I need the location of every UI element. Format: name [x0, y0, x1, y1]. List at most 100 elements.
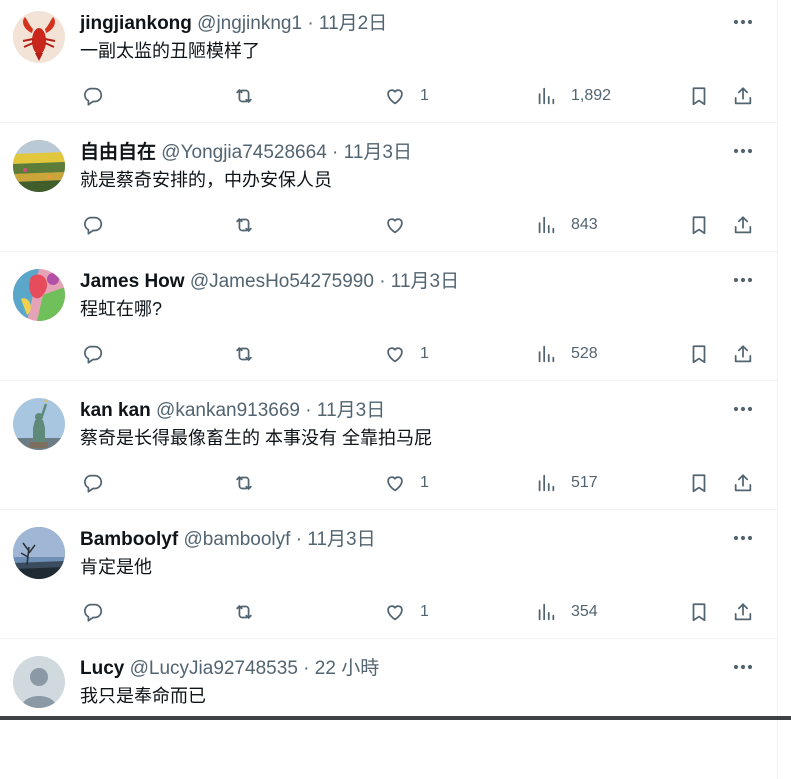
retweet-button[interactable]	[233, 84, 269, 108]
like-count: 1	[420, 474, 429, 491]
share-icon	[734, 474, 752, 492]
user-name[interactable]: James How	[80, 271, 185, 292]
share-button[interactable]	[732, 600, 754, 624]
reply-button[interactable]	[82, 471, 118, 495]
user-handle[interactable]: @kankan913669	[156, 400, 300, 421]
share-button[interactable]	[732, 213, 754, 237]
bookmark-button[interactable]	[688, 471, 710, 495]
view-count: 354	[571, 603, 598, 620]
separator-dot: ·	[305, 400, 312, 421]
timestamp[interactable]: 11月3日	[317, 400, 385, 421]
user-name[interactable]: kan kan	[80, 400, 151, 421]
landscape-tree-avatar-icon	[13, 527, 65, 579]
user-name[interactable]: 自由自在	[80, 142, 156, 163]
like-button[interactable]: 1	[384, 600, 429, 624]
tweet[interactable]: kan kan @kankan913669 · 11月3日 蔡奇是长得最像畜生的…	[0, 381, 777, 510]
share-button[interactable]	[732, 84, 754, 108]
bookmark-button[interactable]	[688, 84, 710, 108]
retweet-icon	[236, 347, 252, 361]
bookmark-button[interactable]	[688, 600, 710, 624]
share-icon	[734, 87, 752, 105]
reply-timeline: jingjiankong @jngjinkng1 · 11月2日 一副太监的丑陋…	[0, 0, 778, 779]
avatar[interactable]	[13, 140, 65, 192]
avatar[interactable]	[13, 527, 65, 579]
bookmark-button[interactable]	[688, 213, 710, 237]
statue-of-liberty-avatar-icon	[13, 398, 65, 450]
retweet-button[interactable]	[233, 213, 269, 237]
user-name[interactable]: jingjiankong	[80, 13, 192, 34]
retweet-icon	[236, 89, 252, 103]
more-icon[interactable]	[731, 270, 755, 290]
like-button[interactable]: 1	[384, 84, 429, 108]
retweet-button[interactable]	[233, 471, 269, 495]
share-button[interactable]	[732, 342, 754, 366]
tweet[interactable]: James How @JamesHo54275990 · 11月3日 程虹在哪?…	[0, 252, 777, 381]
timestamp[interactable]: 11月3日	[307, 529, 375, 550]
default-user-avatar-icon	[13, 656, 65, 708]
user-name[interactable]: Bamboolyf	[80, 529, 178, 550]
more-icon[interactable]	[731, 657, 755, 677]
like-count: 1	[420, 603, 429, 620]
like-button[interactable]: 1	[384, 342, 429, 366]
timestamp[interactable]: 11月3日	[344, 142, 412, 163]
reply-button[interactable]	[82, 213, 118, 237]
user-handle[interactable]: @jngjinkng1	[197, 13, 302, 34]
views-icon	[538, 345, 555, 363]
views-icon	[538, 474, 555, 492]
tweet[interactable]: jingjiankong @jngjinkng1 · 11月2日 一副太监的丑陋…	[0, 0, 777, 123]
views-button[interactable]: 528	[535, 342, 598, 366]
timestamp[interactable]: 11月3日	[391, 271, 459, 292]
views-button[interactable]: 354	[535, 600, 598, 624]
retweet-button[interactable]	[233, 342, 269, 366]
user-handle[interactable]: @Yongjia74528664	[161, 142, 326, 163]
view-count: 843	[571, 216, 598, 233]
retweet-button[interactable]	[233, 600, 269, 624]
share-icon	[734, 345, 752, 363]
views-button[interactable]: 517	[535, 471, 598, 495]
user-handle[interactable]: @bamboolyf	[183, 529, 290, 550]
separator-dot: ·	[379, 271, 386, 292]
views-button[interactable]: 1,892	[535, 84, 611, 108]
tweet[interactable]: 自由自在 @Yongjia74528664 · 11月3日 就是蔡奇安排的，中办…	[0, 123, 777, 252]
reply-button[interactable]	[82, 84, 118, 108]
bookmark-button[interactable]	[688, 342, 710, 366]
share-icon	[734, 216, 752, 234]
tweet-header: Lucy @LucyJia92748535 · 22 小時	[80, 657, 717, 681]
views-icon	[538, 603, 555, 621]
timestamp[interactable]: 22 小時	[315, 658, 379, 679]
more-icon[interactable]	[731, 528, 755, 548]
more-icon[interactable]	[731, 399, 755, 419]
like-button[interactable]	[384, 213, 420, 237]
action-bar: 1 1,892	[0, 84, 777, 108]
timestamp[interactable]: 11月2日	[319, 13, 387, 34]
bookmark-icon	[692, 345, 706, 364]
more-icon[interactable]	[731, 12, 755, 32]
separator-dot: ·	[332, 142, 339, 163]
views-button[interactable]: 843	[535, 213, 598, 237]
share-button[interactable]	[732, 471, 754, 495]
flower-field-avatar-icon	[13, 140, 65, 192]
tweet-text: 我只是奉命而已	[80, 686, 206, 706]
separator-dot: ·	[307, 13, 314, 34]
views-icon	[538, 87, 555, 105]
heart-icon	[387, 89, 403, 105]
view-count: 528	[571, 345, 598, 362]
action-bar: 1 528	[0, 342, 777, 366]
tweet[interactable]: Bamboolyf @bamboolyf · 11月3日 肯定是他 1 354	[0, 510, 777, 639]
reply-button[interactable]	[82, 342, 118, 366]
action-bar: 1 354	[0, 600, 777, 624]
like-button[interactable]: 1	[384, 471, 429, 495]
user-name[interactable]: Lucy	[80, 658, 124, 679]
reply-button[interactable]	[82, 600, 118, 624]
avatar[interactable]	[13, 269, 65, 321]
painting-avatar-icon	[13, 269, 65, 321]
more-icon[interactable]	[731, 141, 755, 161]
user-handle[interactable]: @JamesHo54275990	[190, 271, 374, 292]
tweet[interactable]: Lucy @LucyJia92748535 · 22 小時 我只是奉命而已	[0, 639, 777, 779]
user-handle[interactable]: @LucyJia92748535	[130, 658, 298, 679]
reply-icon	[84, 474, 103, 493]
avatar[interactable]	[13, 11, 65, 63]
avatar[interactable]	[13, 398, 65, 450]
reply-icon	[84, 87, 103, 106]
avatar[interactable]	[13, 656, 65, 708]
